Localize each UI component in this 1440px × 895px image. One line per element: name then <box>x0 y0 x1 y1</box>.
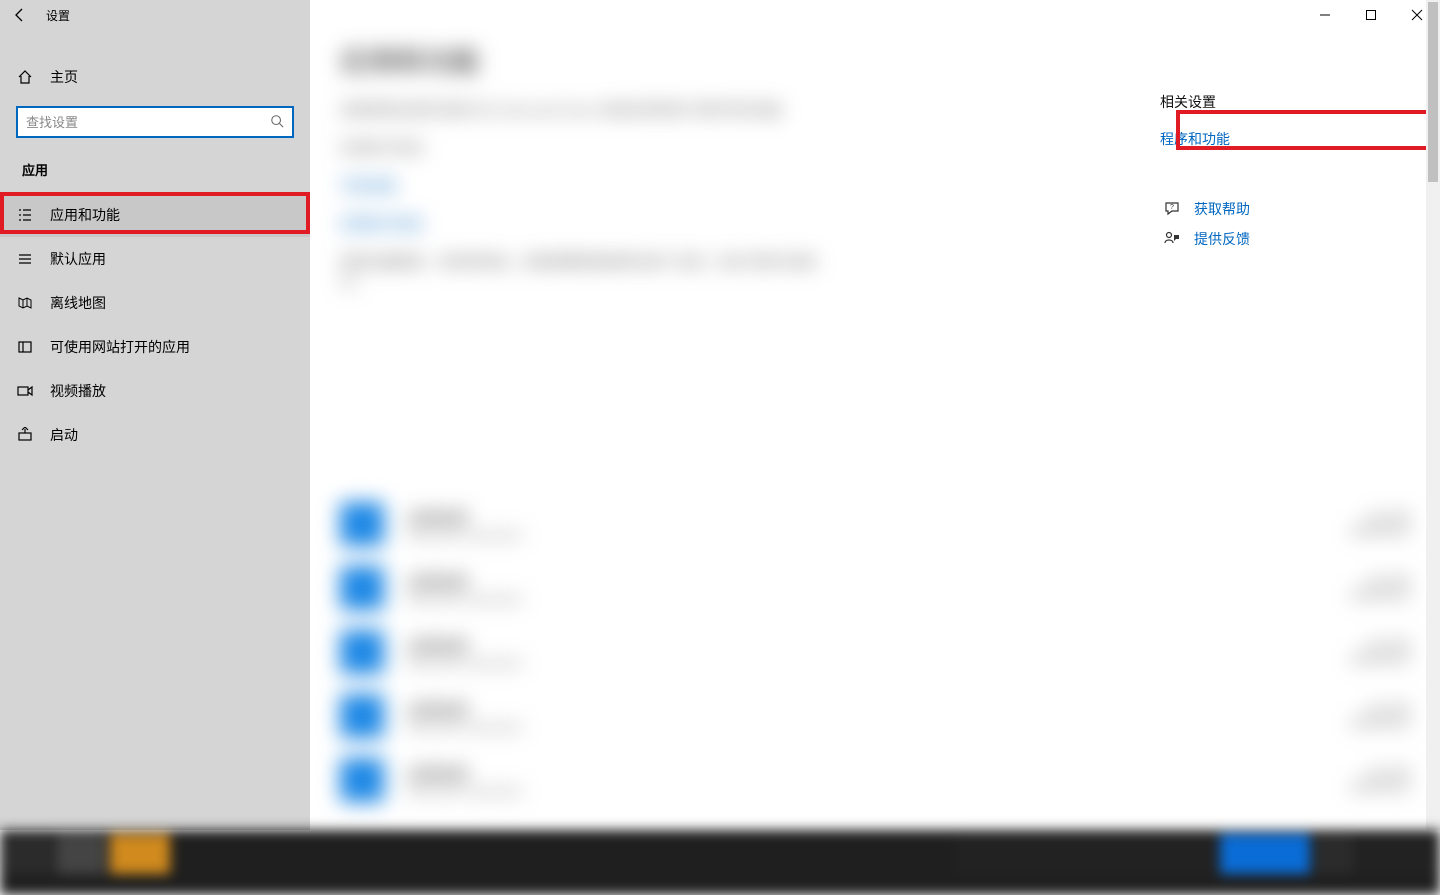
sidebar-item-startup[interactable]: 启动 <box>0 413 310 457</box>
vertical-scrollbar[interactable] <box>1426 0 1440 830</box>
sidebar-item-website-apps[interactable]: 可使用网站打开的应用 <box>0 325 310 369</box>
link-label: 程序和功能 <box>1160 129 1230 149</box>
feedback-icon <box>1160 230 1184 248</box>
list-icon <box>16 207 34 223</box>
search-icon <box>270 114 284 131</box>
arrow-left-icon <box>12 7 28 23</box>
sidebar-home[interactable]: 主页 <box>0 58 310 96</box>
window-controls <box>1302 0 1440 30</box>
sidebar-item-default-apps[interactable]: 默认应用 <box>0 237 310 281</box>
title-bar: 设置 <box>0 0 310 30</box>
home-icon <box>16 69 34 85</box>
sidebar-item-label: 离线地图 <box>50 293 106 313</box>
window-title: 设置 <box>46 7 70 24</box>
sidebar-item-label: 启动 <box>50 425 78 445</box>
related-settings-panel: 相关设置 程序和功能 ? 获取帮助 提供反馈 <box>1160 92 1420 254</box>
search-wrap <box>0 96 310 142</box>
link-label: 提供反馈 <box>1194 229 1250 249</box>
link-give-feedback[interactable]: 提供反馈 <box>1160 224 1420 254</box>
sidebar-item-label: 可使用网站打开的应用 <box>50 337 190 357</box>
sidebar-section-label: 应用 <box>0 142 310 193</box>
link-programs-and-features[interactable]: 程序和功能 <box>1160 124 1420 154</box>
taskbar[interactable] <box>0 830 1440 895</box>
map-icon <box>16 295 34 311</box>
help-icon: ? <box>1160 200 1184 218</box>
svg-text:?: ? <box>1170 204 1174 211</box>
sidebar: 设置 主页 应用 应用和功能 默认应用 离线地图 可使用网站打 <box>0 0 310 830</box>
search-input[interactable] <box>16 106 294 138</box>
link-label: 获取帮助 <box>1194 199 1250 219</box>
maximize-button[interactable] <box>1348 0 1394 30</box>
sidebar-home-label: 主页 <box>50 67 78 87</box>
sidebar-item-label: 默认应用 <box>50 249 106 269</box>
sidebar-item-label: 应用和功能 <box>50 205 120 225</box>
sidebar-item-offline-maps[interactable]: 离线地图 <box>0 281 310 325</box>
link-get-help[interactable]: ? 获取帮助 <box>1160 194 1420 224</box>
sidebar-item-apps-features[interactable]: 应用和功能 <box>0 193 310 237</box>
back-button[interactable] <box>0 0 40 30</box>
minimize-button[interactable] <box>1302 0 1348 30</box>
open-with-icon <box>16 339 34 355</box>
video-icon <box>16 383 34 399</box>
sidebar-item-video-playback[interactable]: 视频播放 <box>0 369 310 413</box>
startup-icon <box>16 427 34 443</box>
sidebar-item-label: 视频播放 <box>50 381 106 401</box>
defaults-icon <box>16 251 34 267</box>
related-settings-heading: 相关设置 <box>1160 92 1420 112</box>
close-button[interactable] <box>1394 0 1440 30</box>
